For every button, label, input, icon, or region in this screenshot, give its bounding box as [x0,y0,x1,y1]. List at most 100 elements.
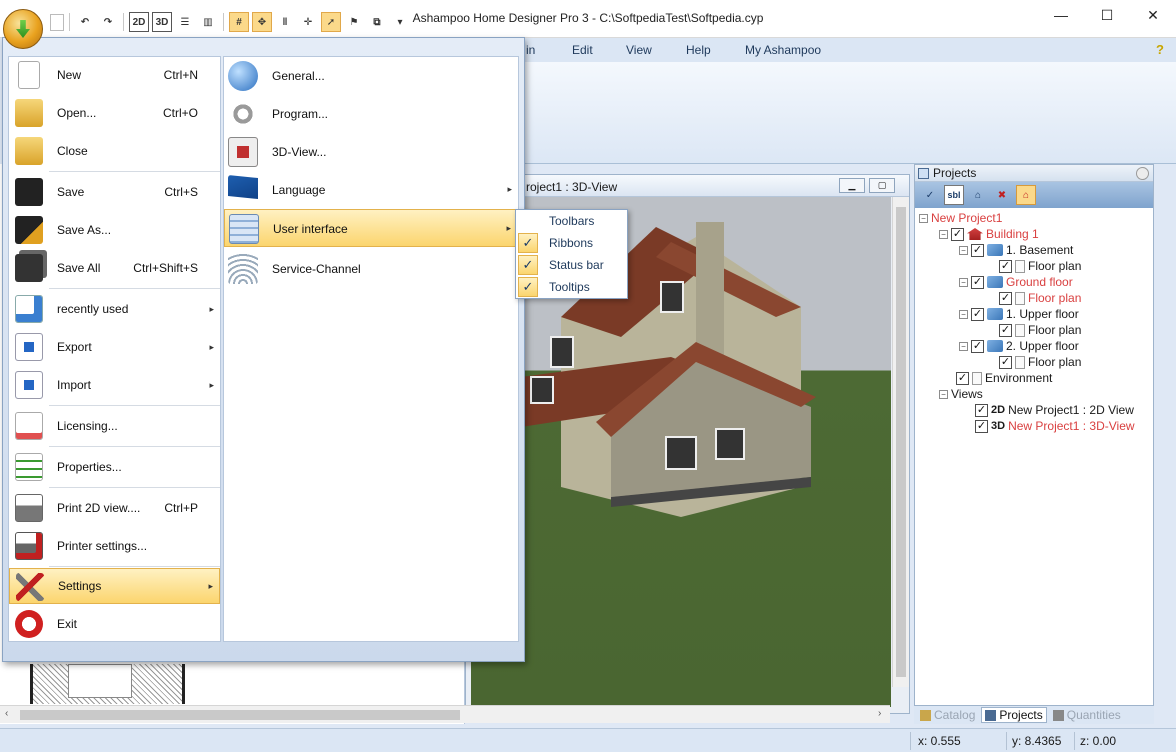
menu-printer-settings[interactable]: Printer settings... [9,528,220,564]
visibility-checkbox[interactable]: ✓ [971,243,984,257]
menu-separator [49,487,220,488]
view-maximize-button[interactable]: ▢ [869,178,895,193]
menu-open[interactable]: Open... Ctrl+O [9,95,220,131]
minimize-button[interactable]: — [1038,0,1084,30]
new-document-icon [18,61,40,89]
menu-properties[interactable]: Properties... [9,449,220,485]
menu-save-shortcut: Ctrl+S [164,185,198,199]
menu-settings[interactable]: Settings ▸ [9,568,220,604]
window [665,436,697,470]
tree-row-floor-plan[interactable]: ✓ Floor plan [999,290,1081,306]
application-menu-button[interactable] [3,9,43,49]
settings-general[interactable]: General... [224,57,518,95]
menu-edit[interactable]: Edit [572,43,593,57]
tree-row-ground-floor[interactable]: − ✓ Ground floor [959,274,1073,290]
menu-printer-settings-label: Printer settings... [57,539,148,553]
collapse-icon[interactable]: − [939,229,948,239]
tree-row-environment[interactable]: ✓ Environment [956,370,1052,386]
scroll-left-arrow[interactable]: ‹ [5,708,8,719]
visibility-checkbox[interactable]: ✓ [975,403,988,417]
signal-icon [228,254,258,284]
menu-file-partial[interactable]: in [526,43,535,57]
scroll-thumb[interactable] [20,710,460,720]
menu-recently-used[interactable]: recently used ▸ [9,291,220,327]
menu-save-as[interactable]: Save As... [9,212,220,248]
open-folder-icon [15,99,43,127]
add-building-icon[interactable]: ⌂ [1016,185,1036,205]
menu-save-all[interactable]: Save All Ctrl+Shift+S [9,250,220,286]
menu-exit[interactable]: Exit [9,606,220,642]
menu-new[interactable]: New Ctrl+N [9,57,220,93]
tree-row-floor-plan[interactable]: ✓ Floor plan [999,322,1081,338]
visibility-checkbox[interactable]: ✓ [956,371,969,385]
tab-quantities[interactable]: Quantities [1052,708,1121,722]
pin-icon[interactable] [1136,167,1149,180]
floor-level-icon [987,340,1003,352]
visibility-checkbox[interactable]: ✓ [999,323,1012,337]
settings-service-channel[interactable]: Service-Channel [224,250,518,288]
tree-row-views[interactable]: − Views [939,386,983,402]
menu-my-ashampoo[interactable]: My Ashampoo [745,43,821,57]
option-status-bar[interactable]: ✓ Status bar [516,254,627,276]
floor-plan-sketch [30,664,185,704]
tab-projects[interactable]: Projects [981,707,1047,723]
visibility-checkbox[interactable]: ✓ [971,275,984,289]
menu-licensing[interactable]: Licensing... [9,408,220,444]
view-2d-icon: 2D [991,404,1006,416]
visibility-checkbox[interactable]: ✓ [975,419,988,433]
check-all-icon[interactable]: ✓ [920,185,940,205]
menu-save[interactable]: Save Ctrl+S [9,174,220,210]
visibility-checkbox[interactable]: ✓ [971,307,984,321]
visibility-checkbox[interactable]: ✓ [999,355,1012,369]
collapse-icon[interactable]: − [959,341,968,351]
option-tooltips[interactable]: ✓ Tooltips [516,276,627,298]
help-icon[interactable]: ? [1156,42,1164,57]
tree-row-view-3d[interactable]: ✓ 3D New Project1 : 3D-View [975,418,1135,434]
projects-header: Projects [915,165,1153,182]
collapse-icon[interactable]: − [919,213,928,223]
menu-view[interactable]: View [626,43,652,57]
settings-language[interactable]: Language ▸ [224,171,518,209]
settings-program[interactable]: Program... [224,95,518,133]
tree-row-upper-floor-1[interactable]: − ✓ 1. Upper floor [959,306,1079,322]
visibility-checkbox[interactable]: ✓ [999,259,1012,273]
tree-row-basement[interactable]: − ✓ 1. Basement [959,242,1073,258]
building-properties-icon[interactable]: ⌂ [968,185,988,205]
menu-close[interactable]: Close [9,133,220,169]
settings-3d-view[interactable]: 3D-View... [224,133,518,171]
option-ribbons[interactable]: ✓ Ribbons [516,232,627,254]
application-menu-commands: New Ctrl+N Open... Ctrl+O Close Save Ctr… [8,56,221,642]
visibility-checkbox[interactable]: ✓ [999,291,1012,305]
submenu-arrow-icon: ▸ [506,223,511,233]
delete-icon[interactable]: ✖ [992,185,1012,205]
collapse-icon[interactable]: − [939,389,948,399]
label-icon[interactable]: sbl [944,185,964,205]
menu-print-2d[interactable]: Print 2D view.... Ctrl+P [9,490,220,526]
export-arrow-icon [15,333,43,361]
tree-row-view-2d[interactable]: ✓ 2D New Project1 : 2D View [975,402,1134,418]
tree-row-floor-plan[interactable]: ✓ Floor plan [999,354,1081,370]
close-button[interactable]: ✕ [1130,0,1176,30]
tab-catalog[interactable]: Catalog [920,708,975,722]
view-vertical-scrollbar[interactable] [892,197,909,687]
menu-export-label: Export [57,340,92,354]
visibility-checkbox[interactable]: ✓ [951,227,964,241]
tree-row-floor-plan[interactable]: ✓ Floor plan [999,258,1081,274]
view-minimize-button[interactable]: ▁ [839,178,865,193]
collapse-icon[interactable]: − [959,277,968,287]
collapse-icon[interactable]: − [959,309,968,319]
menu-import[interactable]: Import ▸ [9,367,220,403]
scroll-right-arrow[interactable]: › [878,708,881,719]
visibility-checkbox[interactable]: ✓ [971,339,984,353]
floor-plan-icon [1015,355,1025,369]
menu-export[interactable]: Export ▸ [9,329,220,365]
horizontal-scrollbar[interactable]: ‹ › [0,705,890,723]
tree-row-upper-floor-2[interactable]: − ✓ 2. Upper floor [959,338,1079,354]
menu-help[interactable]: Help [686,43,711,57]
collapse-icon[interactable]: − [959,245,968,255]
tree-row-building[interactable]: − ✓ Building 1 [939,226,1039,242]
settings-user-interface[interactable]: User interface ▸ [224,209,518,247]
maximize-button[interactable]: ☐ [1084,0,1130,30]
option-toolbars[interactable]: Toolbars [516,210,627,232]
tree-row-project[interactable]: − New Project1 [919,210,1002,226]
